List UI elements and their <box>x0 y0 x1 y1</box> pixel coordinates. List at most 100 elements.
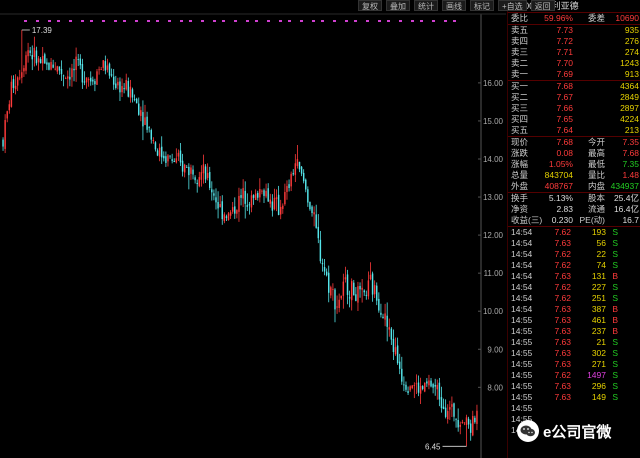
candle-body <box>238 195 240 212</box>
tick-side: S <box>612 337 618 347</box>
tick-row: 14:54 7.63 56 S <box>508 238 640 249</box>
watermark: e公司官微 <box>517 420 611 442</box>
candle-body <box>133 98 136 100</box>
ask-volume: 935 <box>624 25 639 35</box>
event-marker <box>168 20 171 22</box>
fund-label: 收益(三) <box>511 215 543 225</box>
kline-chart[interactable]: 16.00 15.00 14.00 13.00 12.00 11.00 10.00 9.00 8… <box>0 0 506 458</box>
tick-volume: 193 <box>591 227 606 237</box>
candle-body <box>215 197 217 203</box>
candle-body <box>380 312 382 315</box>
candle-body <box>131 89 134 98</box>
candle-body <box>160 146 163 158</box>
bid-volume: 4364 <box>620 81 639 91</box>
event-marker <box>201 20 204 22</box>
toolbar-button-5[interactable]: +自选 <box>498 0 527 11</box>
candle-body <box>363 290 365 293</box>
event-marker <box>345 20 348 22</box>
y-tick-label: 14.00 <box>483 155 504 164</box>
candle-body <box>167 155 169 162</box>
tick-row: 14:55 7.62 1497 S <box>508 370 640 381</box>
tick-price: 7.62 <box>554 282 571 292</box>
stat-value: 0.08 <box>556 148 573 158</box>
candle-body <box>29 50 31 53</box>
tick-side: S <box>612 370 618 380</box>
event-marker <box>147 20 150 22</box>
tick-price: 7.62 <box>554 260 571 270</box>
candle-body <box>117 81 119 86</box>
candle-body <box>211 189 213 193</box>
candle-body <box>169 155 171 157</box>
candle-body <box>424 382 426 392</box>
tick-row: 14:54 7.63 387 B <box>508 304 640 315</box>
candle-body <box>190 167 192 174</box>
toolbar-button-6[interactable]: 返回 <box>530 0 555 11</box>
candle-body <box>177 152 180 157</box>
candle-body <box>154 142 157 150</box>
toolbar-button-4[interactable]: 标记 <box>470 0 494 11</box>
candle-body <box>219 204 221 208</box>
event-marker <box>399 20 402 22</box>
weicha-value: 10690 <box>615 13 639 23</box>
candle-body <box>8 104 11 111</box>
fund-value: 2.83 <box>556 204 573 214</box>
toolbar-button-3[interactable]: 画线 <box>442 0 466 11</box>
y-tick-label: 10.00 <box>483 307 504 316</box>
event-marker <box>189 20 192 22</box>
bid-price: 7.67 <box>556 92 573 102</box>
tick-price: 7.63 <box>554 348 571 358</box>
candle-body <box>463 422 466 424</box>
toolbar-button-2[interactable]: 统计 <box>414 0 438 11</box>
candle-body <box>94 81 96 85</box>
candle-body <box>411 385 413 389</box>
tick-row: 14:54 7.63 131 B <box>508 271 640 282</box>
tick-row: 14:55 7.63 21 S <box>508 337 640 348</box>
stat-label: 内盘 <box>587 181 605 191</box>
candle-body <box>302 172 305 182</box>
candle-body <box>290 173 292 187</box>
event-marker <box>366 20 369 22</box>
toolbar-button-0[interactable]: 复权 <box>358 0 382 11</box>
wechat-icon <box>517 420 539 442</box>
event-marker <box>81 20 84 22</box>
candle-body <box>259 189 261 198</box>
candle-body <box>198 177 201 187</box>
candle-body <box>87 79 90 81</box>
tick-volume <box>571 403 606 414</box>
candle-body <box>41 55 44 64</box>
tick-side: B <box>612 304 618 314</box>
candle-body <box>60 69 63 75</box>
event-marker <box>321 20 324 22</box>
tick-list[interactable]: 14:54 7.62 193 S 14:54 7.63 56 S 14:54 7.62 22 S 14:… <box>508 226 640 436</box>
event-marker <box>354 20 357 22</box>
candle-body <box>252 195 255 198</box>
stat-label: 量比 <box>587 170 605 180</box>
candle-body <box>165 156 167 163</box>
event-marker <box>57 20 60 22</box>
candle-body <box>353 282 355 296</box>
toolbar-button-1[interactable]: 叠加 <box>386 0 410 11</box>
candle-body <box>355 294 357 301</box>
candle-body <box>451 404 453 407</box>
fund-value: 16.7 <box>622 215 639 225</box>
candle-body <box>236 210 238 214</box>
y-tick-label: 12.00 <box>483 231 504 240</box>
candle-body <box>467 418 470 425</box>
candle-body <box>89 77 92 82</box>
candle-body <box>186 167 188 168</box>
candle-body <box>457 419 459 428</box>
candle-body <box>129 86 132 98</box>
candle-body <box>39 59 42 64</box>
candle-body <box>257 192 259 198</box>
candle-body <box>44 54 46 64</box>
tick-volume: 21 <box>596 337 606 347</box>
candle-body <box>405 384 407 390</box>
candle-body <box>413 385 416 386</box>
bid-price: 7.68 <box>556 81 573 91</box>
tick-volume: 296 <box>591 381 606 391</box>
candle-body <box>35 50 38 64</box>
